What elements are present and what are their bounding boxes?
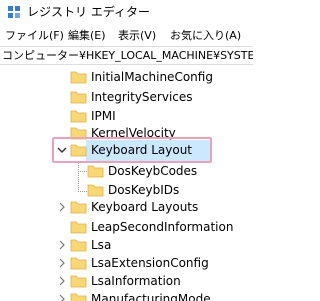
menu-edit[interactable]: 編集(E) <box>68 29 106 43</box>
folder-icon <box>70 293 87 301</box>
tree-item-doskeybcodes[interactable]: DosKeybCodes <box>0 161 253 182</box>
chevron-right-icon[interactable] <box>56 293 68 301</box>
folder-icon <box>70 221 87 234</box>
folder-icon <box>87 165 104 178</box>
folder-icon <box>70 239 87 252</box>
chevron-right-icon[interactable] <box>56 201 68 213</box>
menu-file[interactable]: ファイル(F) <box>5 29 64 43</box>
folder-icon <box>87 184 104 197</box>
highlight-box <box>52 137 212 163</box>
tree-item-label: DosKeybCodes <box>108 164 198 178</box>
window-title: レジストリ エディター <box>27 5 150 19</box>
folder-icon <box>70 71 87 84</box>
menu-bar: ファイル(F) 編集(E) 表示(V) お気に入り(A) <box>0 26 253 46</box>
address-bar[interactable]: コンピューター¥HKEY_LOCAL_MACHINE¥SYSTEM¥C <box>0 46 253 65</box>
folder-icon <box>70 275 87 288</box>
tree-item-keyboard-layouts[interactable]: Keyboard Layouts <box>0 197 253 218</box>
tree-item-label: DosKeybIDs <box>108 183 180 197</box>
tree-item-manufacturingmode[interactable]: ManufacturingMode <box>0 289 253 301</box>
tree-item-label: Lsa <box>91 238 112 252</box>
folder-icon <box>70 91 87 104</box>
tree-item-label: Keyboard Layouts <box>91 200 199 214</box>
tree-item-label: InitialMachineConfig <box>91 70 213 84</box>
tree-item-integrityservices[interactable]: IntegrityServices <box>0 87 253 108</box>
chevron-right-icon[interactable] <box>56 257 68 269</box>
tree-item-label: LeapSecondInformation <box>91 220 234 234</box>
folder-icon <box>70 110 87 123</box>
folder-icon <box>70 201 87 214</box>
chevron-right-icon[interactable] <box>56 275 68 287</box>
tree-item-label: IPMI <box>91 109 116 123</box>
title-bar: レジストリ エディター <box>0 0 253 25</box>
tree-item-label: LsaInformation <box>91 274 181 288</box>
menu-view[interactable]: 表示(V) <box>118 29 156 43</box>
tree-item-initialmachineconfig[interactable]: InitialMachineConfig <box>0 67 253 88</box>
address-path[interactable]: コンピューター¥HKEY_LOCAL_MACHINE¥SYSTEM¥C <box>2 49 253 63</box>
tree-item-label: LsaExtensionConfig <box>91 256 209 270</box>
folder-icon <box>70 257 87 270</box>
chevron-right-icon[interactable] <box>56 239 68 251</box>
tree-item-label: ManufacturingMode <box>91 292 211 301</box>
tree-item-label: IntegrityServices <box>91 90 193 104</box>
regedit-app-icon <box>8 6 20 18</box>
registry-tree[interactable]: InitialMachineConfig IntegrityServices I… <box>0 66 253 301</box>
menu-favorites[interactable]: お気に入り(A) <box>170 29 241 43</box>
